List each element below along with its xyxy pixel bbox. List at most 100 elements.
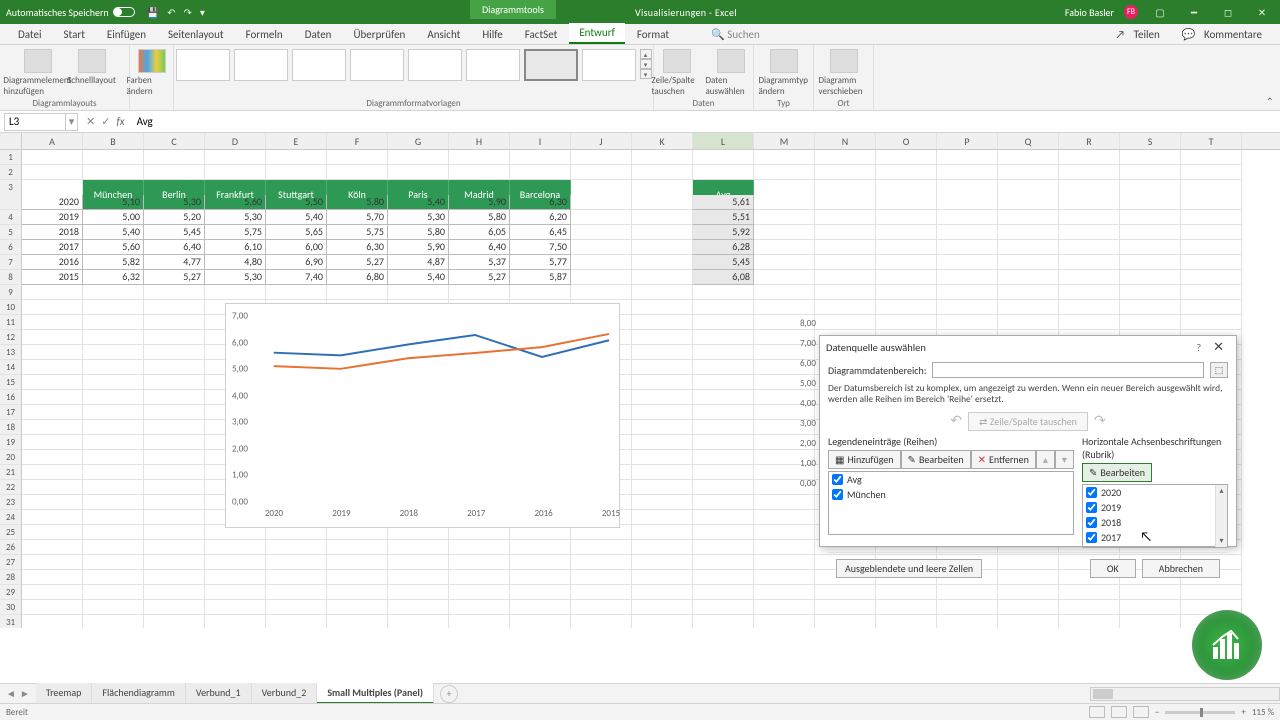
cell[interactable]	[571, 585, 632, 600]
cell[interactable]	[22, 615, 83, 628]
col-header-L[interactable]: L	[693, 133, 754, 149]
cell[interactable]	[83, 510, 144, 525]
zoom-out-icon[interactable]: −	[1155, 707, 1159, 718]
row-header-26[interactable]: 26	[0, 540, 21, 555]
cell[interactable]	[693, 615, 754, 628]
axis-checkbox[interactable]	[1086, 502, 1097, 513]
cell[interactable]	[388, 600, 449, 615]
formula-input[interactable]: Avg	[133, 115, 1280, 128]
cell[interactable]	[22, 555, 83, 570]
cell[interactable]	[937, 615, 998, 628]
cell[interactable]	[815, 255, 876, 270]
cell[interactable]	[754, 255, 815, 270]
cell[interactable]	[998, 615, 1059, 628]
cell[interactable]	[876, 150, 937, 165]
chart-style-1[interactable]	[176, 49, 230, 81]
cell[interactable]	[83, 285, 144, 300]
cell[interactable]	[144, 165, 205, 180]
cell[interactable]	[144, 390, 205, 405]
chart-style-5[interactable]	[408, 49, 462, 81]
scroll-up-icon[interactable]: ▴	[1216, 485, 1227, 497]
cell[interactable]	[632, 270, 693, 285]
cell[interactable]	[205, 585, 266, 600]
cell[interactable]	[937, 300, 998, 315]
cell[interactable]: 6,30	[327, 240, 388, 255]
cell[interactable]: 5,75	[205, 225, 266, 240]
cell[interactable]	[998, 240, 1059, 255]
edit-axis-button[interactable]: ✎ Bearbeiten	[1082, 463, 1152, 482]
cell[interactable]	[83, 600, 144, 615]
cell[interactable]	[754, 555, 815, 570]
cell[interactable]	[754, 150, 815, 165]
cell[interactable]	[22, 405, 83, 420]
cell[interactable]	[632, 510, 693, 525]
cell[interactable]	[1059, 195, 1120, 210]
cell[interactable]	[205, 150, 266, 165]
cell[interactable]	[266, 615, 327, 628]
cell[interactable]	[22, 390, 83, 405]
sheet-tab[interactable]: Small Multiples (Panel)	[317, 683, 434, 704]
row-header-24[interactable]: 24	[0, 510, 21, 525]
cell[interactable]: 5,27	[327, 255, 388, 270]
cell[interactable]	[632, 150, 693, 165]
cell[interactable]	[83, 525, 144, 540]
cell[interactable]	[571, 255, 632, 270]
cell[interactable]	[327, 165, 388, 180]
cell[interactable]: 2015	[22, 270, 83, 285]
cell[interactable]	[144, 495, 205, 510]
col-header-D[interactable]: D	[205, 133, 266, 149]
cell[interactable]	[388, 540, 449, 555]
cell[interactable]	[83, 465, 144, 480]
cell[interactable]	[1181, 240, 1242, 255]
cell[interactable]	[571, 555, 632, 570]
chart-style-2[interactable]	[234, 49, 288, 81]
cell[interactable]	[632, 420, 693, 435]
cell[interactable]	[754, 615, 815, 628]
cell[interactable]	[876, 285, 937, 300]
cell[interactable]	[632, 225, 693, 240]
sheet-tab[interactable]: Treemap	[36, 683, 93, 704]
cell[interactable]	[754, 525, 815, 540]
cell[interactable]	[876, 270, 937, 285]
row-header-7[interactable]: 7	[0, 255, 21, 270]
cell[interactable]	[632, 600, 693, 615]
cell[interactable]	[1181, 315, 1242, 330]
cell[interactable]	[571, 150, 632, 165]
cell[interactable]	[205, 570, 266, 585]
cell[interactable]	[998, 225, 1059, 240]
axis-checkbox[interactable]	[1086, 517, 1097, 528]
qat-more-icon[interactable]: ▾	[200, 6, 205, 19]
row-header-23[interactable]: 23	[0, 495, 21, 510]
row-header-20[interactable]: 20	[0, 450, 21, 465]
row-header-17[interactable]: 17	[0, 405, 21, 420]
cell[interactable]	[815, 285, 876, 300]
save-icon[interactable]: 💾	[147, 6, 159, 19]
cell[interactable]	[815, 270, 876, 285]
cell[interactable]	[1059, 315, 1120, 330]
cell[interactable]	[22, 330, 83, 345]
col-header-J[interactable]: J	[571, 133, 632, 149]
cell[interactable]: 5,37	[449, 255, 510, 270]
cell[interactable]	[754, 270, 815, 285]
cell[interactable]	[632, 480, 693, 495]
cell[interactable]	[693, 435, 754, 450]
cell[interactable]: 2016	[22, 255, 83, 270]
cell[interactable]	[632, 255, 693, 270]
cell[interactable]: 5,30	[144, 195, 205, 210]
range-picker-icon[interactable]: ⬚	[1210, 362, 1228, 378]
cell[interactable]	[815, 315, 876, 330]
cell[interactable]: 5,40	[388, 270, 449, 285]
cell[interactable]	[937, 165, 998, 180]
cell[interactable]: 5,51	[693, 210, 754, 225]
cell[interactable]	[388, 585, 449, 600]
cell[interactable]	[1181, 255, 1242, 270]
cell[interactable]	[83, 570, 144, 585]
cell[interactable]	[22, 360, 83, 375]
cell[interactable]	[1059, 150, 1120, 165]
styles-up-icon[interactable]: ▴	[640, 49, 652, 59]
row-header-27[interactable]: 27	[0, 555, 21, 570]
cell[interactable]	[1059, 255, 1120, 270]
sheet-tab[interactable]: Verbund_2	[252, 683, 318, 704]
cell[interactable]	[693, 300, 754, 315]
tab-factset[interactable]: FactSet	[515, 25, 568, 44]
